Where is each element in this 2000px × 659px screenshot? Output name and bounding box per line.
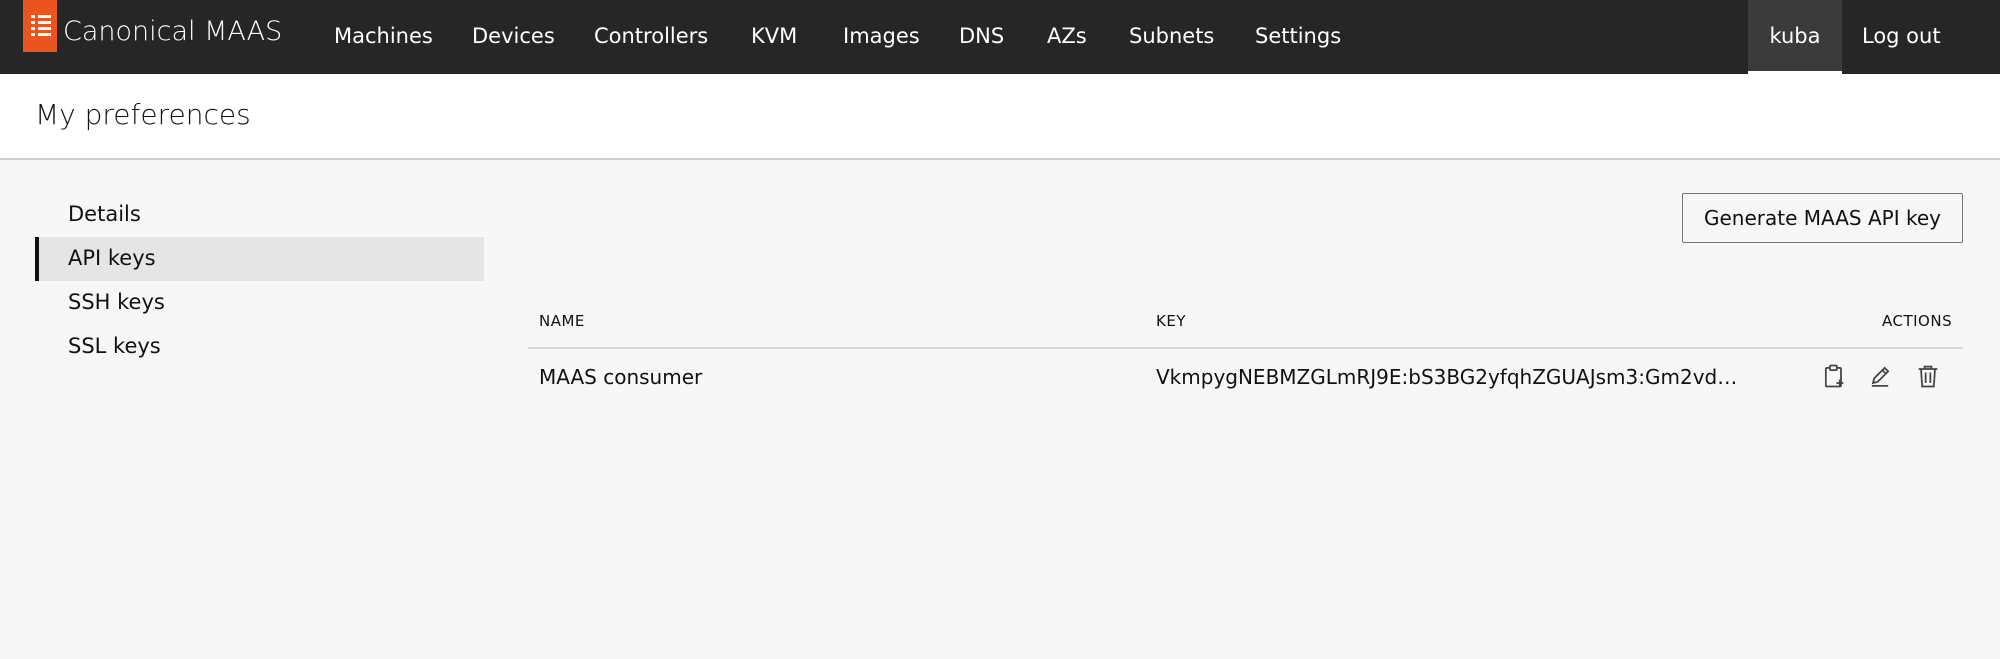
clipboard-copy-icon[interactable]: [1820, 362, 1848, 390]
sidebar-item-details[interactable]: Details: [35, 193, 484, 237]
nav-dns[interactable]: DNS: [959, 24, 1004, 48]
logout-link[interactable]: Log out: [1862, 24, 1941, 48]
pencil-icon[interactable]: [1866, 362, 1894, 390]
sidebar-item-api-keys[interactable]: API keys: [35, 237, 484, 281]
nav-images[interactable]: Images: [843, 24, 920, 48]
column-header-key[interactable]: KEY: [1156, 312, 1186, 330]
nav-kvm[interactable]: KVM: [751, 24, 797, 48]
sidebar-item-label: API keys: [68, 246, 156, 270]
api-key-name: MAAS consumer: [539, 365, 703, 389]
nav-controllers[interactable]: Controllers: [594, 24, 708, 48]
maas-logo-icon[interactable]: [23, 0, 57, 52]
sidebar-item-label: SSL keys: [68, 334, 161, 358]
sidebar-item-label: Details: [68, 202, 141, 226]
nav-machines[interactable]: Machines: [334, 24, 433, 48]
column-header-actions: ACTIONS: [1882, 312, 1953, 330]
nav-user-tab[interactable]: kuba: [1748, 0, 1842, 74]
generate-api-key-button[interactable]: Generate MAAS API key: [1682, 193, 1963, 243]
nav-settings[interactable]: Settings: [1255, 24, 1341, 48]
page-header: My preferences: [0, 74, 2000, 160]
api-key-value: VkmpygNEBMZGLmRJ9E:bS3BG2yfqhZGUAJsm3:Gm…: [1156, 365, 1746, 389]
nav-subnets[interactable]: Subnets: [1129, 24, 1214, 48]
top-navbar: Canonical MAAS Machines Devices Controll…: [0, 0, 2000, 74]
page-title: My preferences: [35, 98, 251, 131]
sidebar-item-ssh-keys[interactable]: SSH keys: [35, 281, 484, 325]
column-header-name[interactable]: NAME: [539, 312, 585, 330]
table-header-divider: [528, 347, 1963, 349]
brand-name[interactable]: Canonical MAAS: [63, 16, 282, 47]
nav-azs[interactable]: AZs: [1047, 24, 1087, 48]
nav-devices[interactable]: Devices: [472, 24, 555, 48]
trash-icon[interactable]: [1914, 362, 1942, 390]
sidebar-item-ssl-keys[interactable]: SSL keys: [35, 325, 484, 369]
sidebar-item-label: SSH keys: [68, 290, 165, 314]
nav-user-label: kuba: [1769, 24, 1821, 48]
